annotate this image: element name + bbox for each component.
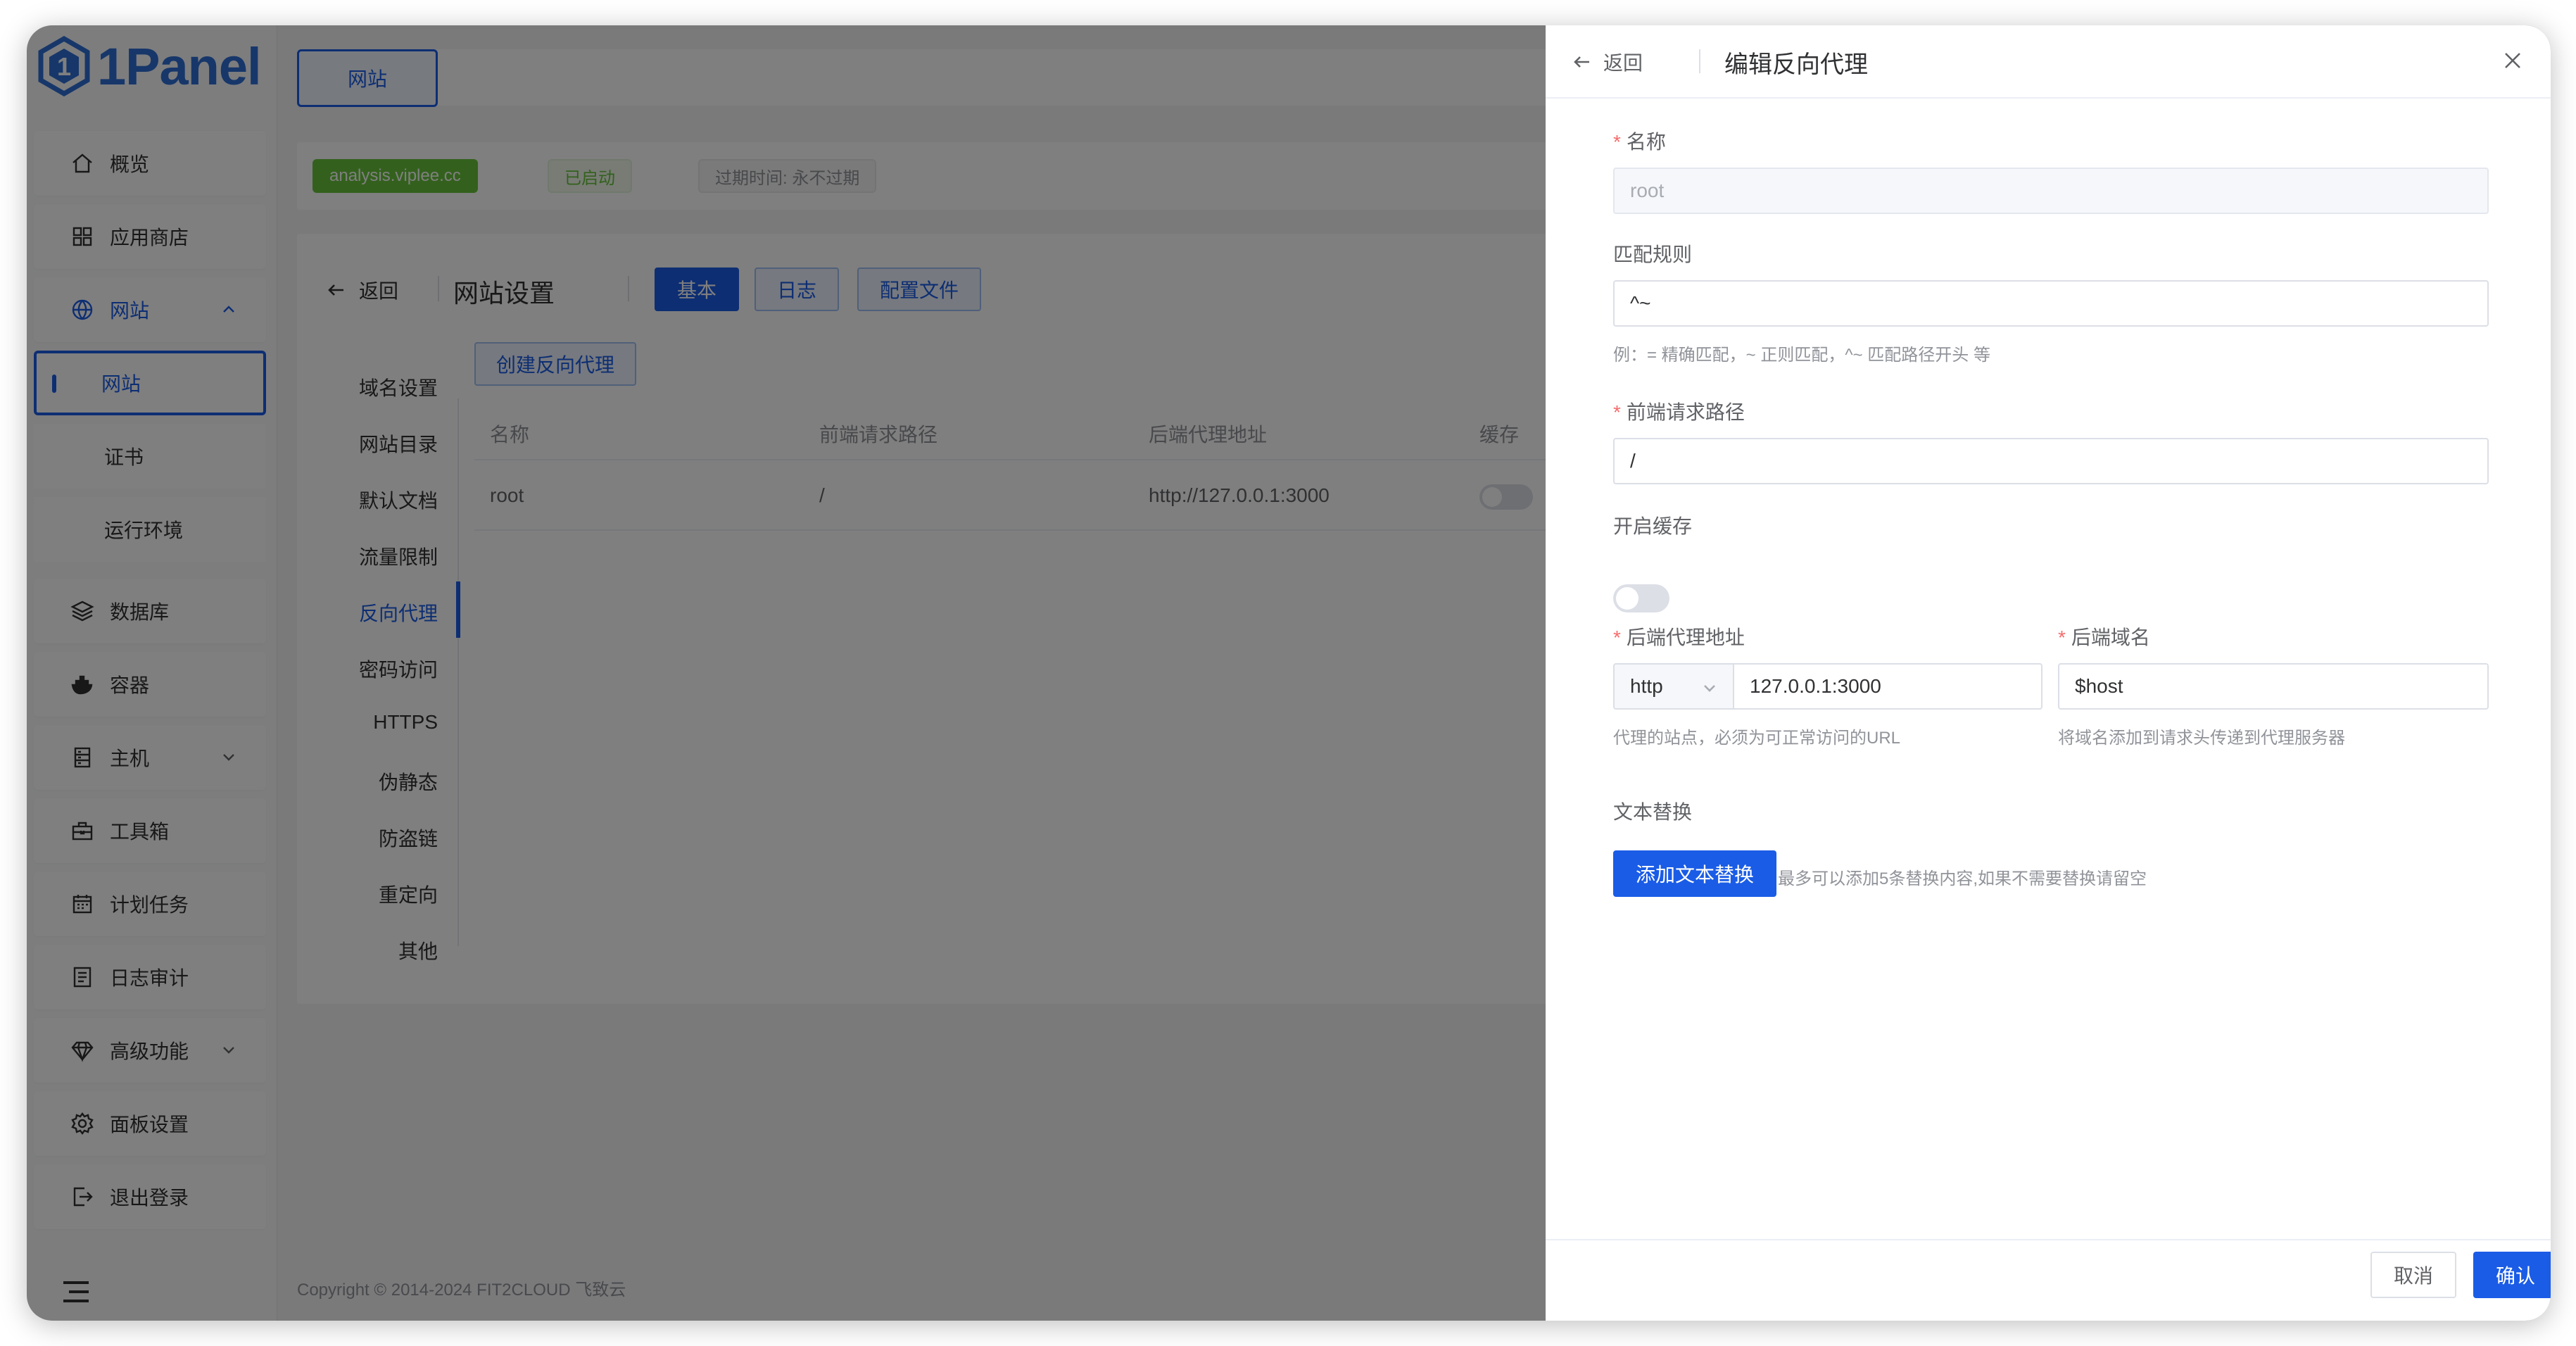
backend-address-input[interactable]: 127.0.0.1:3000 <box>1733 663 2043 710</box>
app-window: 1 1Panel 概览 应用商店 网站 网站 证书 运行环境 数据库 容器 <box>27 25 2551 1321</box>
chevron-down-icon <box>1704 685 1715 692</box>
name-label: * 名称 <box>1613 131 1666 153</box>
text-replace-label: 文本替换 <box>1613 801 1693 823</box>
backend-address-hint: 代理的站点，必须为可正常访问的URL <box>1613 729 1901 748</box>
drawer-back-button[interactable]: 返回 <box>1572 48 1643 76</box>
frontend-path-label: * 前端请求路径 <box>1613 401 1745 423</box>
confirm-button[interactable]: 确认 <box>2473 1252 2551 1298</box>
divider <box>1699 49 1700 73</box>
backend-host-hint: 将域名添加到请求头传递到代理服务器 <box>2058 729 2345 748</box>
name-input: root <box>1613 168 2489 214</box>
text-replace-hint: 最多可以添加5条替换内容,如果不需要替换请留空 <box>1778 869 2147 888</box>
drawer-header: 返回 编辑反向代理 <box>1546 25 2551 99</box>
arrow-left-icon <box>1574 56 1589 68</box>
back-label: 返回 <box>1603 52 1643 74</box>
backend-host-input[interactable]: $host <box>2058 663 2489 710</box>
match-rule-hint: 例：= 精确匹配，~ 正则匹配，^~ 匹配路径开头 等 <box>1613 346 1990 365</box>
backend-host-label: * 后端域名 <box>2058 627 2150 648</box>
close-icon[interactable] <box>2500 48 2525 73</box>
cache-label: 开启缓存 <box>1613 515 1693 537</box>
frontend-path-input[interactable]: / <box>1613 438 2489 484</box>
cancel-button[interactable]: 取消 <box>2370 1252 2456 1298</box>
edit-proxy-drawer: 返回 编辑反向代理 * 名称 root 匹配规则 ^~ 例：= 精确匹配，~ 正则… <box>1546 25 2551 1321</box>
cache-switch[interactable] <box>1613 584 1669 612</box>
protocol-select[interactable]: http <box>1613 663 1734 710</box>
add-text-replace-button[interactable]: 添加文本替换 <box>1613 850 1776 897</box>
match-rule-label: 匹配规则 <box>1613 244 1693 265</box>
match-rule-input[interactable]: ^~ <box>1613 280 2489 327</box>
protocol-value: http <box>1630 675 1663 697</box>
backend-address-label: * 后端代理地址 <box>1613 627 1745 648</box>
drawer-title: 编辑反向代理 <box>1724 51 1868 78</box>
